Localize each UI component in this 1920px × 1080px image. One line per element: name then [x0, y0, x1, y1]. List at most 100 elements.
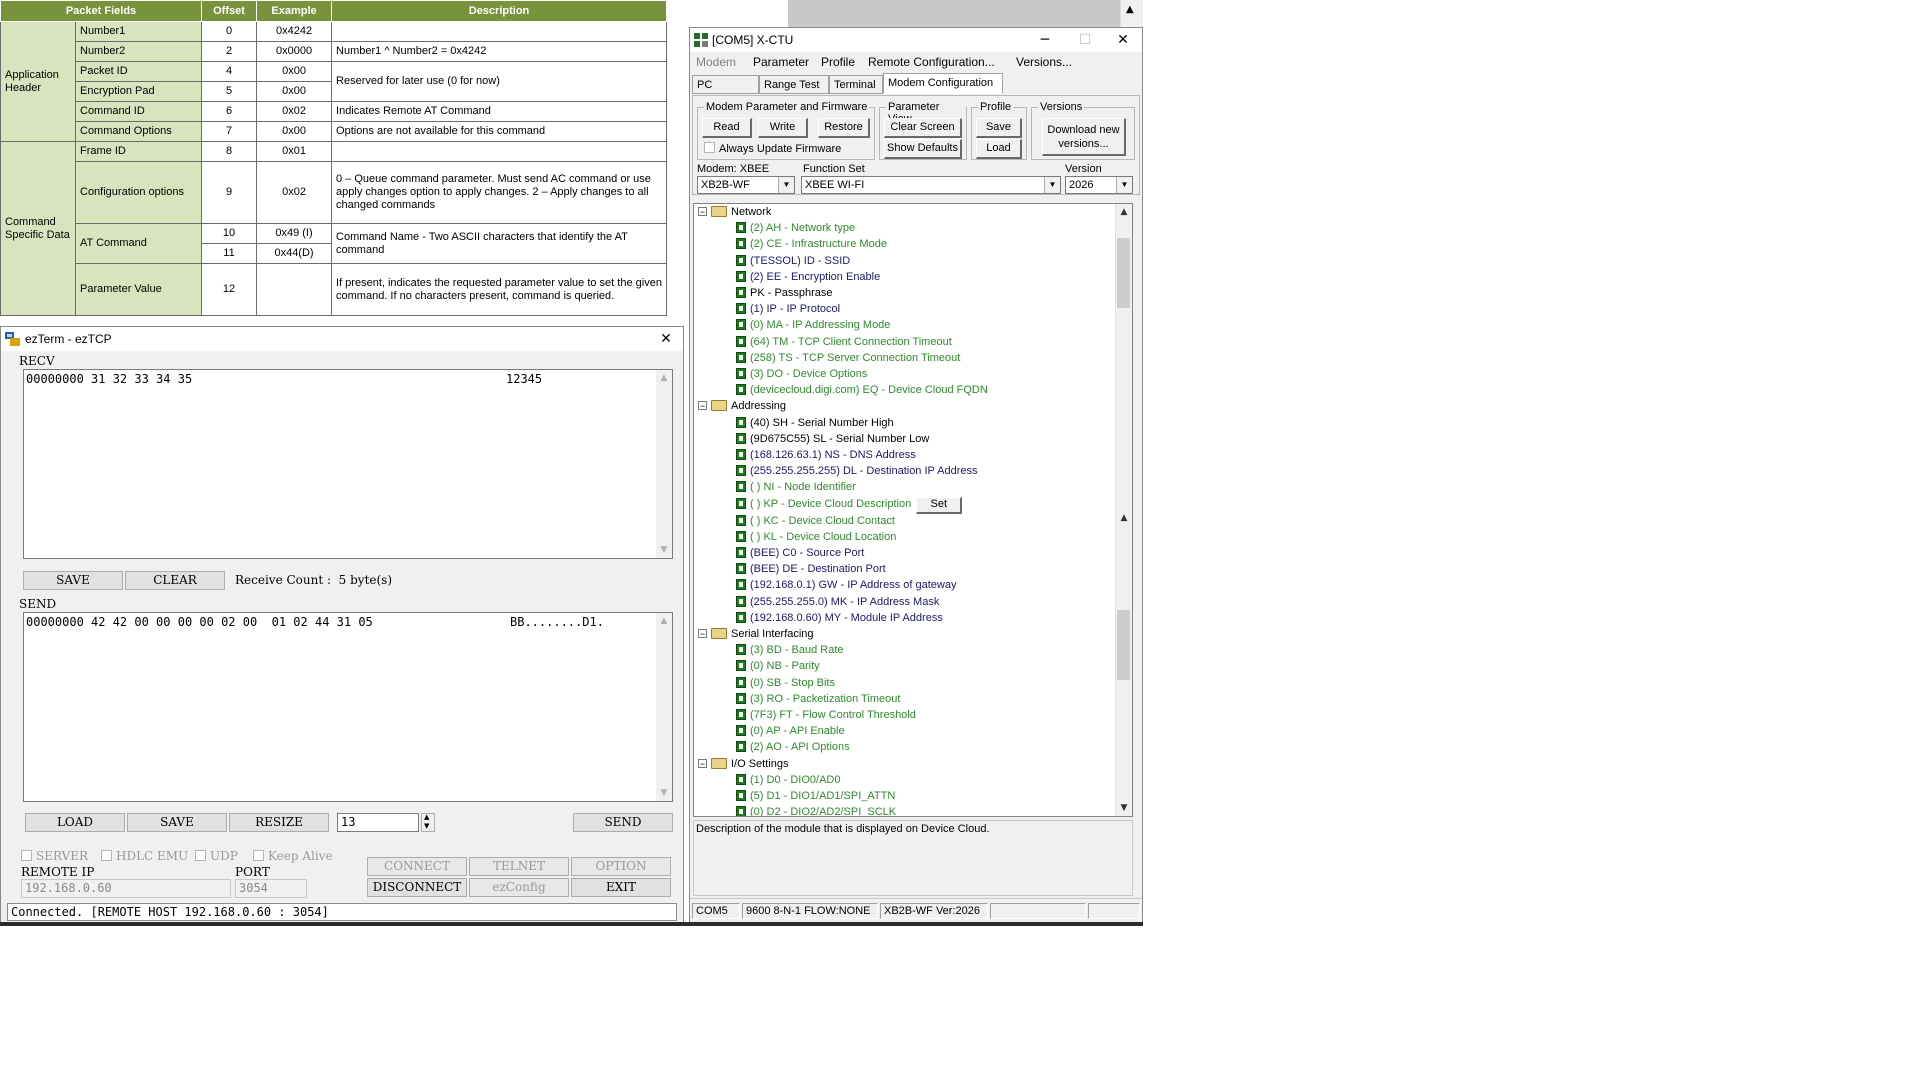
send-scrollbar[interactable]: ▲ ▼ [656, 613, 672, 801]
menu-profile[interactable]: Profile [821, 55, 855, 69]
tree-parameter[interactable]: (258) TS - TCP Server Connection Timeout [736, 350, 960, 366]
tree-parameter[interactable]: (2) CE - Infrastructure Mode [736, 236, 887, 252]
collapse-icon[interactable]: − [698, 207, 707, 217]
tree-parameter[interactable]: (0) D2 - DIO2/AD2/SPI_SCLK [736, 804, 896, 816]
tree-parameter[interactable]: (2) AO - API Options [736, 739, 850, 755]
udp-checkbox[interactable]: UDP [195, 849, 238, 863]
chevron-down-icon[interactable]: ▼ [1116, 177, 1132, 193]
ezterm-titlebar[interactable]: ezTerm - ezTCP ✕ [1, 327, 683, 351]
download-versions-button[interactable]: Download new versions... [1042, 118, 1126, 156]
tree-scrollbar-upper[interactable]: ▲ [1115, 204, 1132, 510]
send-textarea[interactable]: 00000000 42 42 00 00 00 00 02 00 01 02 4… [23, 612, 673, 802]
tree-parameter[interactable]: (0) AP - API Enable [736, 723, 845, 739]
tree-parameter[interactable]: (BEE) C0 - Source Port [736, 545, 864, 561]
tree-parameter[interactable]: (2) EE - Encryption Enable [736, 269, 880, 285]
port-input[interactable]: 3054 [235, 879, 307, 898]
scroll-thumb[interactable] [1117, 610, 1130, 680]
tab-terminal[interactable]: Terminal [829, 75, 883, 94]
tree-parameter[interactable]: (3) DO - Device Options [736, 366, 867, 382]
tree-parameter[interactable]: (7F3) FT - Flow Control Threshold [736, 707, 916, 723]
tree-parameter[interactable]: (0) MA - IP Addressing Mode [736, 317, 890, 333]
checkbox-icon[interactable] [253, 850, 264, 861]
hdlc-emu-checkbox[interactable]: HDLC EMU [101, 849, 188, 863]
server-checkbox[interactable]: SERVER [21, 849, 88, 863]
write-button[interactable]: Write [758, 118, 808, 138]
resize-spinner[interactable]: ▲ ▼ [421, 813, 435, 832]
tree-parameter[interactable]: (BEE) DE - Destination Port [736, 561, 886, 577]
chevron-down-icon[interactable]: ▼ [778, 177, 794, 193]
background-scrollbar[interactable]: ▲ [1120, 0, 1143, 27]
tree-parameter[interactable]: (9D675C55) SL - Serial Number Low [736, 431, 929, 447]
chevron-down-icon[interactable]: ▼ [1044, 177, 1060, 193]
profile-load-button[interactable]: Load [976, 139, 1022, 159]
tree-parameter[interactable]: (devicecloud.digi.com) EQ - Device Cloud… [736, 382, 988, 398]
function-set-select[interactable]: XBEE WI-FI ▼ [801, 176, 1061, 194]
version-select[interactable]: 2026 ▼ [1065, 176, 1133, 194]
tree-parameter[interactable]: (5) D1 - DIO1/AD1/SPI_ATTN [736, 788, 895, 804]
scroll-up-arrow-icon[interactable]: ▲ [1116, 510, 1132, 526]
tree-parameter[interactable]: (192.168.0.60) MY - Module IP Address [736, 610, 943, 626]
tree-folder[interactable]: − Addressing [698, 398, 786, 414]
tab-pc-settings[interactable]: PC Settings [692, 75, 759, 109]
tree-parameter[interactable]: ( ) KL - Device Cloud Location [736, 529, 896, 545]
recv-textarea[interactable]: 00000000 31 32 33 34 35 12345 ▲ ▼ [23, 369, 673, 559]
send-load-button[interactable]: LOAD [25, 813, 125, 832]
clear-screen-button[interactable]: Clear Screen [884, 118, 962, 138]
option-button[interactable]: OPTION [571, 857, 671, 876]
tree-folder[interactable]: − Serial Interfacing [698, 626, 814, 642]
scroll-down-arrow-icon[interactable]: ▼ [656, 785, 672, 801]
collapse-icon[interactable]: − [698, 401, 707, 411]
resize-button[interactable]: RESIZE [229, 813, 329, 832]
parameter-tree[interactable]: − Network (2) AH - Network type (2) CE - In… [693, 203, 1133, 817]
close-icon[interactable]: ✕ [1108, 30, 1138, 50]
scroll-up-arrow-icon[interactable]: ▲ [1116, 204, 1132, 220]
tree-scrollbar-lower[interactable]: ▲ ▼ [1115, 510, 1132, 816]
minimize-icon[interactable]: ─ [1030, 30, 1060, 50]
tree-folder[interactable]: − Network [698, 204, 771, 220]
resize-value-input[interactable]: 13 [337, 813, 419, 832]
menu-versions[interactable]: Versions... [1016, 55, 1072, 69]
collapse-icon[interactable]: − [698, 629, 707, 639]
scroll-down-arrow-icon[interactable]: ▼ [656, 542, 672, 558]
tab-range-test[interactable]: Range Test [759, 75, 829, 94]
ezconfig-button[interactable]: ezConfig [469, 878, 569, 897]
profile-save-button[interactable]: Save [976, 118, 1022, 138]
show-defaults-button[interactable]: Show Defaults [884, 139, 962, 159]
scroll-down-arrow-icon[interactable]: ▼ [1116, 800, 1132, 816]
tree-parameter[interactable]: (2) AH - Network type [736, 220, 855, 236]
disconnect-button[interactable]: DISCONNECT [367, 878, 467, 897]
remote-ip-input[interactable]: 192.168.0.60 [21, 879, 231, 898]
scroll-up-arrow-icon[interactable]: ▲ [656, 370, 672, 386]
send-button[interactable]: SEND [573, 813, 673, 832]
set-button[interactable]: Set [916, 496, 963, 514]
scroll-up-arrow-icon[interactable]: ▲ [656, 613, 672, 629]
tree-parameter[interactable]: (255.255.255.255) DL - Destination IP Ad… [736, 463, 977, 479]
tab-modem-configuration[interactable]: Modem Configuration [883, 73, 1003, 94]
menu-modem[interactable]: Modem [696, 55, 736, 69]
tree-parameter[interactable]: (0) NB - Parity [736, 658, 820, 674]
spin-down-icon[interactable]: ▼ [424, 822, 429, 830]
xctu-titlebar[interactable]: [COM5] X-CTU ─ ☐ ✕ [690, 28, 1142, 52]
spin-up-icon[interactable]: ▲ [424, 813, 429, 821]
keep-alive-checkbox[interactable]: Keep Alive [253, 849, 333, 863]
checkbox-icon[interactable] [101, 850, 112, 861]
tree-parameter[interactable]: (1) IP - IP Protocol [736, 301, 840, 317]
scroll-thumb[interactable] [1117, 238, 1130, 308]
scroll-up-arrow-icon[interactable]: ▲ [1126, 4, 1134, 15]
connect-button[interactable]: CONNECT [367, 857, 467, 876]
tree-parameter[interactable]: (1) D0 - DIO0/AD0 [736, 772, 840, 788]
checkbox-icon[interactable] [704, 142, 715, 153]
tree-parameter[interactable]: (40) SH - Serial Number High [736, 415, 894, 431]
tree-parameter[interactable]: ( ) NI - Node Identifier [736, 479, 856, 495]
close-icon[interactable]: ✕ [651, 329, 681, 349]
restore-button[interactable]: Restore [818, 118, 870, 138]
tree-parameter[interactable]: (3) BD - Baud Rate [736, 642, 844, 658]
recv-scrollbar[interactable]: ▲ ▼ [656, 370, 672, 558]
tree-parameter[interactable]: (3) RO - Packetization Timeout [736, 691, 900, 707]
maximize-icon[interactable]: ☐ [1070, 30, 1100, 50]
menu-parameter[interactable]: Parameter [753, 55, 809, 69]
read-button[interactable]: Read [702, 118, 752, 138]
tree-parameter[interactable]: (64) TM - TCP Client Connection Timeout [736, 334, 952, 350]
tree-parameter[interactable]: (255.255.255.0) MK - IP Address Mask [736, 594, 939, 610]
menu-remote-configuration[interactable]: Remote Configuration... [868, 55, 995, 69]
